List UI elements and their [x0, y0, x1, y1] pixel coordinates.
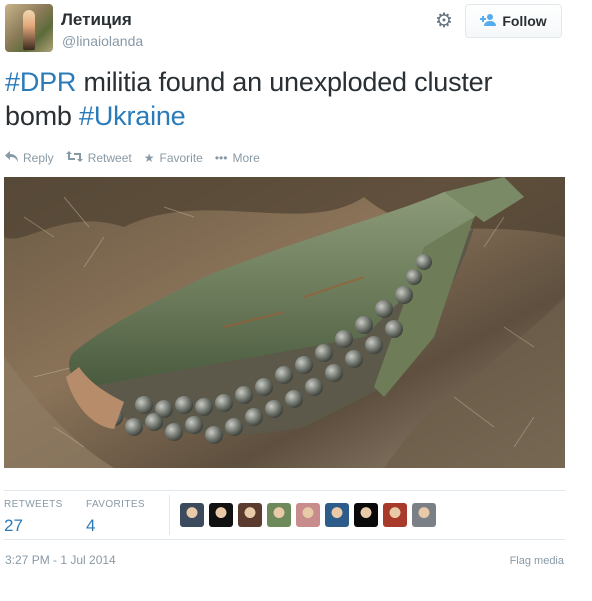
- favoriter-avatar[interactable]: [354, 503, 378, 527]
- favorite-label: Favorite: [159, 151, 203, 165]
- cluster-bomb-image: [4, 177, 565, 468]
- user-name[interactable]: Летиция: [61, 10, 132, 30]
- stats-divider: [169, 495, 170, 535]
- retweets-stat[interactable]: RETWEETS 27: [4, 499, 63, 536]
- favoriter-avatar[interactable]: [383, 503, 407, 527]
- favoriter-avatar[interactable]: [267, 503, 291, 527]
- reply-action[interactable]: Reply: [5, 151, 54, 165]
- more-action[interactable]: ••• More: [215, 151, 260, 165]
- follow-label: Follow: [502, 13, 547, 29]
- follow-button[interactable]: Follow: [465, 4, 562, 38]
- hashtag-dpr[interactable]: #DPR: [5, 67, 76, 97]
- retweets-label: RETWEETS: [4, 499, 63, 510]
- tweet-actions: Reply Retweet ★ Favorite ••• More: [5, 150, 260, 166]
- retweet-label: Retweet: [87, 151, 132, 165]
- user-handle[interactable]: @linaiolanda: [62, 33, 143, 49]
- tweet-header: Летиция @linaiolanda ⚙ Follow: [5, 4, 565, 54]
- gear-icon[interactable]: ⚙: [433, 10, 455, 32]
- favoriter-avatar[interactable]: [180, 503, 204, 527]
- tweet-text: #DPR militia found an unexploded cluster…: [5, 65, 565, 133]
- favorites-count: 4: [86, 516, 96, 535]
- retweet-icon: [65, 151, 83, 165]
- more-icon: •••: [214, 151, 228, 165]
- user-avatar[interactable]: [5, 4, 53, 52]
- tweet-timestamp[interactable]: 3:27 PM - 1 Jul 2014: [5, 553, 116, 567]
- favoriter-avatar[interactable]: [238, 503, 262, 527]
- more-label: More: [232, 151, 260, 165]
- favoriters-list: [180, 503, 436, 527]
- favorite-action[interactable]: ★ Favorite: [144, 151, 203, 165]
- favoriter-avatar[interactable]: [412, 503, 436, 527]
- retweets-count: 27: [4, 516, 23, 535]
- favoriter-avatar[interactable]: [209, 503, 233, 527]
- favorites-stat[interactable]: FAVORITES 4: [86, 499, 145, 536]
- add-user-icon: [480, 13, 497, 29]
- retweet-action[interactable]: Retweet: [65, 151, 132, 165]
- favorites-label: FAVORITES: [86, 499, 145, 510]
- tweet-stats: RETWEETS 27 FAVORITES 4: [4, 490, 565, 540]
- star-icon: ★: [143, 151, 155, 165]
- hashtag-ukraine[interactable]: #Ukraine: [79, 101, 186, 131]
- favoriter-avatar[interactable]: [325, 503, 349, 527]
- reply-icon: [5, 151, 18, 165]
- flag-media-link[interactable]: Flag media: [510, 555, 564, 567]
- reply-label: Reply: [23, 151, 54, 165]
- tweet-photo[interactable]: [4, 177, 565, 468]
- favoriter-avatar[interactable]: [296, 503, 320, 527]
